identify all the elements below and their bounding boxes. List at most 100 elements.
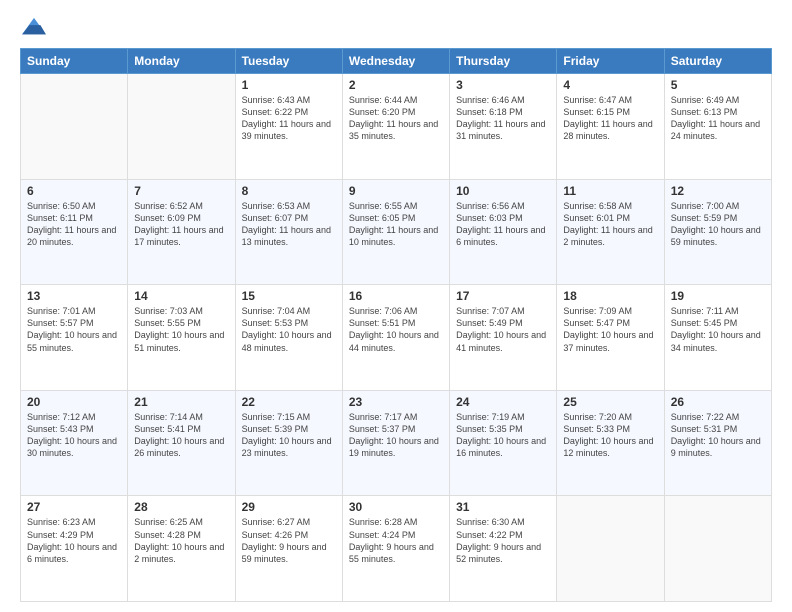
day-number: 22	[242, 395, 336, 409]
day-cell: 10 Sunrise: 6:56 AM Sunset: 6:03 PM Dayli…	[450, 179, 557, 285]
day-number: 30	[349, 500, 443, 514]
day-cell: 27 Sunrise: 6:23 AM Sunset: 4:29 PM Dayli…	[21, 496, 128, 602]
day-cell: 29Sunrise: 6:27 AM Sunset: 4:26 PM Dayli…	[235, 496, 342, 602]
day-info: Sunrise: 6:47 AM Sunset: 6:15 PM Dayligh…	[563, 94, 657, 143]
day-number: 14	[134, 289, 228, 303]
day-info: Sunrise: 7:11 AM Sunset: 5:45 PM Dayligh…	[671, 305, 765, 354]
day-cell	[128, 74, 235, 180]
day-info: Sunrise: 6:25 AM Sunset: 4:28 PM Dayligh…	[134, 516, 228, 565]
week-row-4: 20 Sunrise: 7:12 AM Sunset: 5:43 PM Dayli…	[21, 390, 772, 496]
day-cell: 7 Sunrise: 6:52 AM Sunset: 6:09 PM Daylig…	[128, 179, 235, 285]
day-cell	[21, 74, 128, 180]
day-header-thursday: Thursday	[450, 49, 557, 74]
day-info: Sunrise: 6:55 AM Sunset: 6:05 PM Dayligh…	[349, 200, 443, 249]
day-number: 21	[134, 395, 228, 409]
day-cell: 4 Sunrise: 6:47 AM Sunset: 6:15 PM Daylig…	[557, 74, 664, 180]
day-number: 26	[671, 395, 765, 409]
day-info: Sunrise: 7:06 AM Sunset: 5:51 PM Dayligh…	[349, 305, 443, 354]
day-info: Sunrise: 7:12 AM Sunset: 5:43 PM Dayligh…	[27, 411, 121, 460]
day-header-wednesday: Wednesday	[342, 49, 449, 74]
day-number: 4	[563, 78, 657, 92]
day-cell: 22 Sunrise: 7:15 AM Sunset: 5:39 PM Dayli…	[235, 390, 342, 496]
calendar-table: SundayMondayTuesdayWednesdayThursdayFrid…	[20, 48, 772, 602]
day-info: Sunrise: 7:09 AM Sunset: 5:47 PM Dayligh…	[563, 305, 657, 354]
day-cell: 14 Sunrise: 7:03 AM Sunset: 5:55 PM Dayli…	[128, 285, 235, 391]
day-info: Sunrise: 7:20 AM Sunset: 5:33 PM Dayligh…	[563, 411, 657, 460]
day-number: 7	[134, 184, 228, 198]
day-cell: 30 Sunrise: 6:28 AM Sunset: 4:24 PM Dayli…	[342, 496, 449, 602]
day-number: 8	[242, 184, 336, 198]
day-cell: 21 Sunrise: 7:14 AM Sunset: 5:41 PM Dayli…	[128, 390, 235, 496]
day-cell: 28 Sunrise: 6:25 AM Sunset: 4:28 PM Dayli…	[128, 496, 235, 602]
day-number: 24	[456, 395, 550, 409]
day-info: Sunrise: 7:19 AM Sunset: 5:35 PM Dayligh…	[456, 411, 550, 460]
day-number: 13	[27, 289, 121, 303]
day-cell: 15 Sunrise: 7:04 AM Sunset: 5:53 PM Dayli…	[235, 285, 342, 391]
day-header-tuesday: Tuesday	[235, 49, 342, 74]
day-info: Sunrise: 6:44 AM Sunset: 6:20 PM Dayligh…	[349, 94, 443, 143]
day-info: Sunrise: 6:50 AM Sunset: 6:11 PM Dayligh…	[27, 200, 121, 249]
day-info: Sunrise: 7:22 AM Sunset: 5:31 PM Dayligh…	[671, 411, 765, 460]
day-cell: 9 Sunrise: 6:55 AM Sunset: 6:05 PM Daylig…	[342, 179, 449, 285]
day-info: Sunrise: 6:28 AM Sunset: 4:24 PM Dayligh…	[349, 516, 443, 565]
day-number: 27	[27, 500, 121, 514]
day-number: 3	[456, 78, 550, 92]
day-info: Sunrise: 6:52 AM Sunset: 6:09 PM Dayligh…	[134, 200, 228, 249]
day-cell: 31 Sunrise: 6:30 AM Sunset: 4:22 PM Dayli…	[450, 496, 557, 602]
week-row-1: 1 Sunrise: 6:43 AM Sunset: 6:22 PM Daylig…	[21, 74, 772, 180]
day-number: 20	[27, 395, 121, 409]
day-info: Sunrise: 7:14 AM Sunset: 5:41 PM Dayligh…	[134, 411, 228, 460]
day-number: 19	[671, 289, 765, 303]
day-cell	[664, 496, 771, 602]
day-cell: 2Sunrise: 6:44 AM Sunset: 6:20 PM Daylig…	[342, 74, 449, 180]
day-info: Sunrise: 6:27 AM Sunset: 4:26 PM Dayligh…	[242, 516, 336, 565]
day-header-monday: Monday	[128, 49, 235, 74]
week-row-2: 6 Sunrise: 6:50 AM Sunset: 6:11 PM Daylig…	[21, 179, 772, 285]
day-info: Sunrise: 7:15 AM Sunset: 5:39 PM Dayligh…	[242, 411, 336, 460]
day-number: 23	[349, 395, 443, 409]
day-info: Sunrise: 6:46 AM Sunset: 6:18 PM Dayligh…	[456, 94, 550, 143]
day-number: 31	[456, 500, 550, 514]
day-cell: 23 Sunrise: 7:17 AM Sunset: 5:37 PM Dayli…	[342, 390, 449, 496]
day-number: 16	[349, 289, 443, 303]
day-number: 1	[242, 78, 336, 92]
day-number: 17	[456, 289, 550, 303]
week-row-5: 27 Sunrise: 6:23 AM Sunset: 4:29 PM Dayli…	[21, 496, 772, 602]
day-number: 10	[456, 184, 550, 198]
day-info: Sunrise: 7:17 AM Sunset: 5:37 PM Dayligh…	[349, 411, 443, 460]
day-info: Sunrise: 6:58 AM Sunset: 6:01 PM Dayligh…	[563, 200, 657, 249]
day-cell	[557, 496, 664, 602]
day-number: 9	[349, 184, 443, 198]
day-cell: 20 Sunrise: 7:12 AM Sunset: 5:43 PM Dayli…	[21, 390, 128, 496]
day-cell: 11 Sunrise: 6:58 AM Sunset: 6:01 PM Dayli…	[557, 179, 664, 285]
day-info: Sunrise: 6:53 AM Sunset: 6:07 PM Dayligh…	[242, 200, 336, 249]
week-row-3: 13 Sunrise: 7:01 AM Sunset: 5:57 PM Dayli…	[21, 285, 772, 391]
day-info: Sunrise: 6:30 AM Sunset: 4:22 PM Dayligh…	[456, 516, 550, 565]
day-number: 12	[671, 184, 765, 198]
day-info: Sunrise: 7:04 AM Sunset: 5:53 PM Dayligh…	[242, 305, 336, 354]
day-number: 15	[242, 289, 336, 303]
day-number: 28	[134, 500, 228, 514]
day-info: Sunrise: 7:01 AM Sunset: 5:57 PM Dayligh…	[27, 305, 121, 354]
day-cell: 6 Sunrise: 6:50 AM Sunset: 6:11 PM Daylig…	[21, 179, 128, 285]
day-number: 11	[563, 184, 657, 198]
day-info: Sunrise: 6:56 AM Sunset: 6:03 PM Dayligh…	[456, 200, 550, 249]
logo-icon	[20, 16, 48, 38]
day-info: Sunrise: 6:43 AM Sunset: 6:22 PM Dayligh…	[242, 94, 336, 143]
day-cell: 12 Sunrise: 7:00 AM Sunset: 5:59 PM Dayli…	[664, 179, 771, 285]
logo	[20, 16, 52, 38]
day-cell: 8 Sunrise: 6:53 AM Sunset: 6:07 PM Daylig…	[235, 179, 342, 285]
day-cell: 18 Sunrise: 7:09 AM Sunset: 5:47 PM Dayli…	[557, 285, 664, 391]
day-info: Sunrise: 7:00 AM Sunset: 5:59 PM Dayligh…	[671, 200, 765, 249]
day-info: Sunrise: 6:23 AM Sunset: 4:29 PM Dayligh…	[27, 516, 121, 565]
day-header-friday: Friday	[557, 49, 664, 74]
day-number: 6	[27, 184, 121, 198]
day-info: Sunrise: 7:03 AM Sunset: 5:55 PM Dayligh…	[134, 305, 228, 354]
day-cell: 16 Sunrise: 7:06 AM Sunset: 5:51 PM Dayli…	[342, 285, 449, 391]
day-cell: 25Sunrise: 7:20 AM Sunset: 5:33 PM Dayli…	[557, 390, 664, 496]
day-cell: 26 Sunrise: 7:22 AM Sunset: 5:31 PM Dayli…	[664, 390, 771, 496]
day-number: 18	[563, 289, 657, 303]
day-cell: 19 Sunrise: 7:11 AM Sunset: 5:45 PM Dayli…	[664, 285, 771, 391]
day-cell: 1 Sunrise: 6:43 AM Sunset: 6:22 PM Daylig…	[235, 74, 342, 180]
day-cell: 17Sunrise: 7:07 AM Sunset: 5:49 PM Dayli…	[450, 285, 557, 391]
